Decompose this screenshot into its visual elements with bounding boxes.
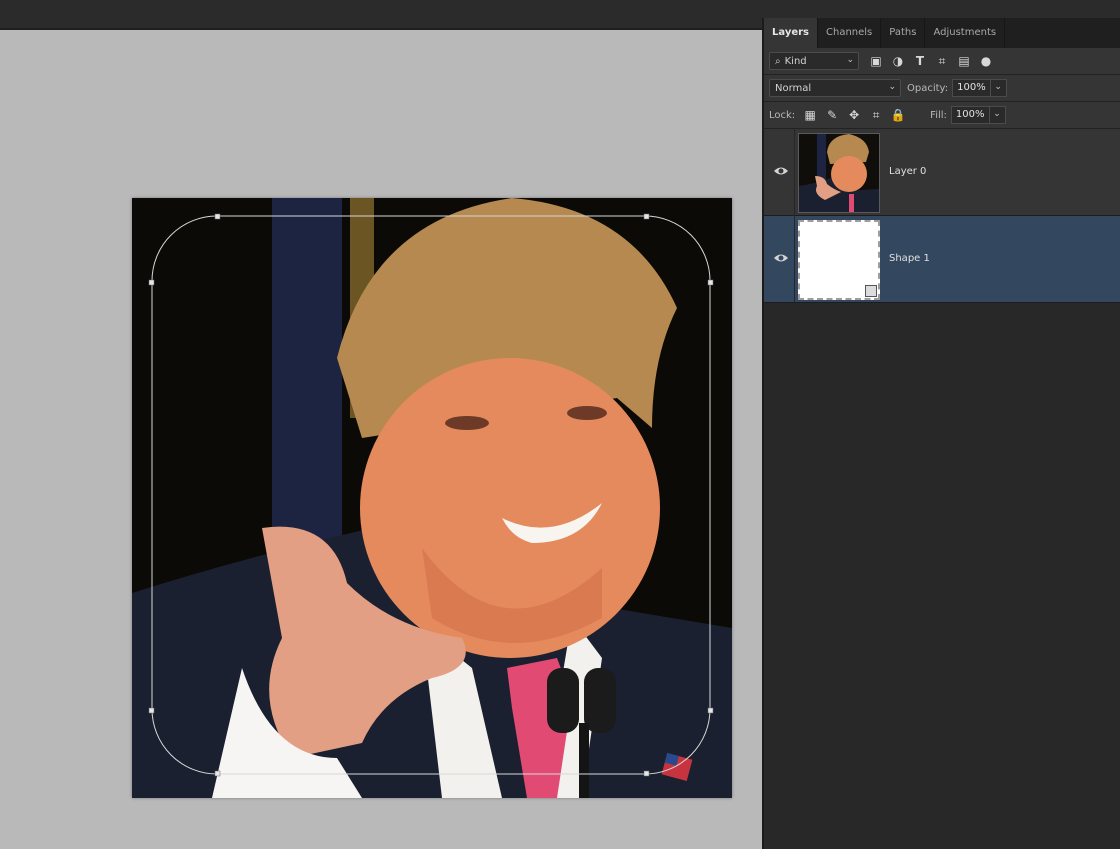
- lock-transparent-icon[interactable]: ▦: [799, 106, 821, 124]
- kind-filter-select[interactable]: ⌕ Kind ⌄: [769, 52, 859, 70]
- layer-divider: [794, 216, 795, 303]
- photo-thumbnail-image: [799, 134, 879, 212]
- shape-layer-icon: [865, 285, 877, 297]
- kind-filter-label: Kind: [784, 55, 807, 67]
- tab-channels[interactable]: Channels: [818, 18, 882, 48]
- layer-thumbnail: [798, 133, 880, 213]
- document-canvas[interactable]: [132, 198, 732, 798]
- canvas-area[interactable]: [0, 32, 762, 849]
- layer-row-layer-0[interactable]: Layer 0: [764, 129, 1120, 216]
- lock-all-icon[interactable]: 🔒: [887, 106, 909, 124]
- tab-layers[interactable]: Layers: [764, 18, 818, 48]
- layer-thumbnail: [798, 220, 880, 300]
- panel-tabs: Layers Channels Paths Adjustments: [764, 18, 1120, 48]
- layer-name[interactable]: Layer 0: [889, 166, 926, 177]
- opacity-dropdown-button[interactable]: ⌄: [990, 79, 1007, 97]
- lock-paint-icon[interactable]: ✎: [821, 106, 843, 124]
- lock-label: Lock:: [769, 109, 796, 121]
- layers-empty-area[interactable]: [764, 303, 1120, 843]
- blend-mode-select[interactable]: Normal ⌄: [769, 79, 901, 97]
- tab-adjustments[interactable]: Adjustments: [925, 18, 1006, 48]
- layer-divider: [794, 129, 795, 216]
- adjustment-filter-icon[interactable]: ◑: [887, 52, 909, 70]
- lock-position-icon[interactable]: ✥: [843, 106, 865, 124]
- photoshop-window: Layers Channels Paths Adjustments ⌕ Kind…: [0, 0, 1120, 849]
- layer-name[interactable]: Shape 1: [889, 253, 930, 264]
- layers-panel: Layers Channels Paths Adjustments ⌕ Kind…: [762, 18, 1120, 849]
- search-icon: ⌕: [775, 55, 781, 67]
- image-filter-icon[interactable]: ▣: [865, 52, 887, 70]
- opacity-input[interactable]: 100%: [952, 79, 991, 97]
- photo-image: [132, 198, 732, 798]
- lock-row: Lock: ▦ ✎ ✥ ⌗ 🔒 Fill: 100% ⌄: [764, 102, 1120, 129]
- shape-filter-icon[interactable]: ⌗: [931, 52, 953, 70]
- lock-artboard-icon[interactable]: ⌗: [865, 106, 887, 124]
- layer-row-shape-1[interactable]: Shape 1: [764, 216, 1120, 303]
- tab-paths[interactable]: Paths: [881, 18, 926, 48]
- fill-input[interactable]: 100%: [950, 106, 990, 124]
- eye-icon[interactable]: [773, 250, 789, 266]
- chevron-down-icon: ⌄: [888, 82, 896, 92]
- fill-dropdown-button[interactable]: ⌄: [989, 106, 1006, 124]
- opacity-label: Opacity:: [907, 82, 949, 94]
- blend-mode-value: Normal: [775, 82, 812, 94]
- filter-toggle-icon[interactable]: ●: [975, 52, 997, 70]
- smart-object-filter-icon[interactable]: ▤: [953, 52, 975, 70]
- fill-label: Fill:: [930, 109, 947, 121]
- blend-row: Normal ⌄ Opacity: 100% ⌄: [764, 75, 1120, 102]
- filter-row: ⌕ Kind ⌄ ▣ ◑ T ⌗ ▤ ●: [764, 48, 1120, 75]
- eye-icon[interactable]: [773, 163, 789, 179]
- chevron-down-icon: ⌄: [846, 55, 854, 65]
- type-filter-icon[interactable]: T: [909, 52, 931, 70]
